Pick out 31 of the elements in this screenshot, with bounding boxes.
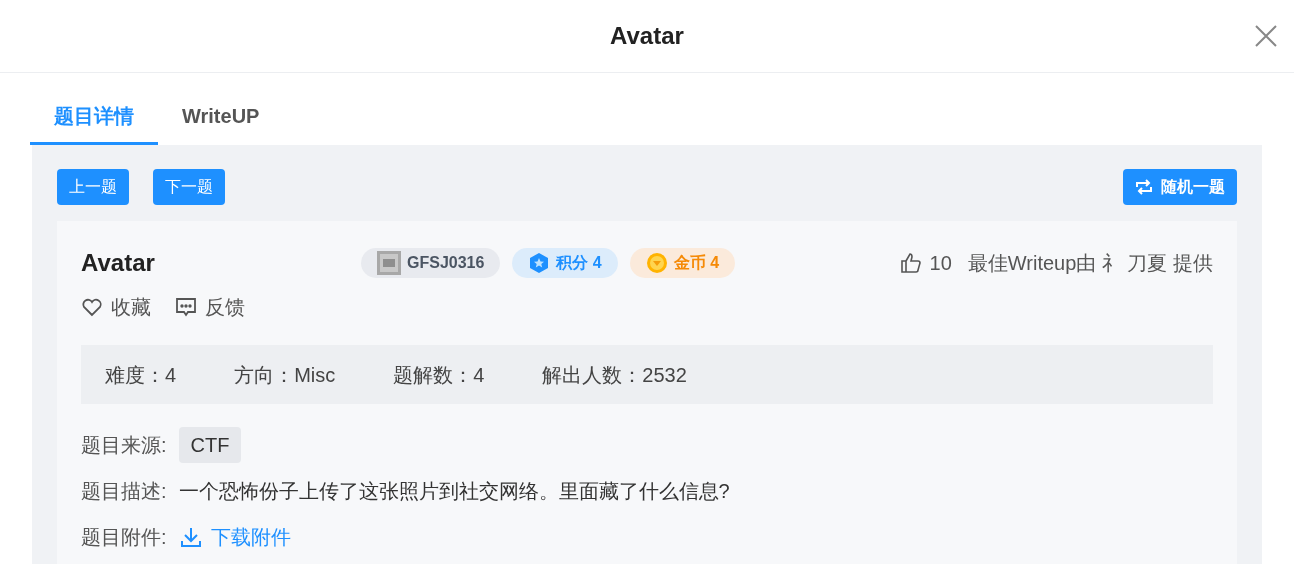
- download-link[interactable]: 下载附件: [178, 523, 291, 551]
- comment-icon: [175, 296, 197, 318]
- coin-icon: [645, 252, 668, 274]
- field-label: 题目来源:: [81, 433, 167, 458]
- tab[interactable]: WriteUP: [158, 89, 284, 145]
- stat-text: 题解数：4: [393, 362, 485, 388]
- dialog-title: Avatar: [610, 21, 684, 51]
- writeup-credit: 最佳Writeup由 礻 刀夏 提供: [967, 251, 1213, 276]
- stat-text: 难度：4: [105, 362, 177, 388]
- description-text: 一个恐怖份子上传了这张照片到社交网络。里面藏了什么信息?: [178, 479, 730, 504]
- challenge-title: Avatar: [81, 248, 156, 278]
- badge: 积分 4: [512, 248, 618, 278]
- field-label: 题目描述:: [81, 479, 167, 504]
- heart-icon: [81, 296, 103, 318]
- nav-button[interactable]: 下一题: [153, 169, 225, 205]
- nav-button[interactable]: 上一题: [57, 169, 129, 205]
- download-icon: [178, 525, 203, 549]
- repeat-icon: [1135, 178, 1153, 196]
- action-button[interactable]: 反馈: [175, 293, 245, 321]
- close-icon[interactable]: [1254, 24, 1278, 48]
- random-button[interactable]: 随机一题: [1123, 169, 1237, 205]
- action-button[interactable]: 收藏: [81, 293, 151, 321]
- stat-text: 解出人数：2532: [542, 362, 687, 388]
- badge: GFSJ0316: [361, 248, 501, 278]
- thumbs-up-icon[interactable]: [899, 252, 922, 274]
- star-hexagon-icon: [528, 252, 551, 274]
- stat-text: 方向：Misc: [234, 362, 336, 388]
- source-tag: CTF: [178, 427, 242, 463]
- like-count: 10: [929, 251, 952, 276]
- badge: 金币 4: [629, 248, 736, 278]
- field-label: 题目附件:: [81, 525, 167, 550]
